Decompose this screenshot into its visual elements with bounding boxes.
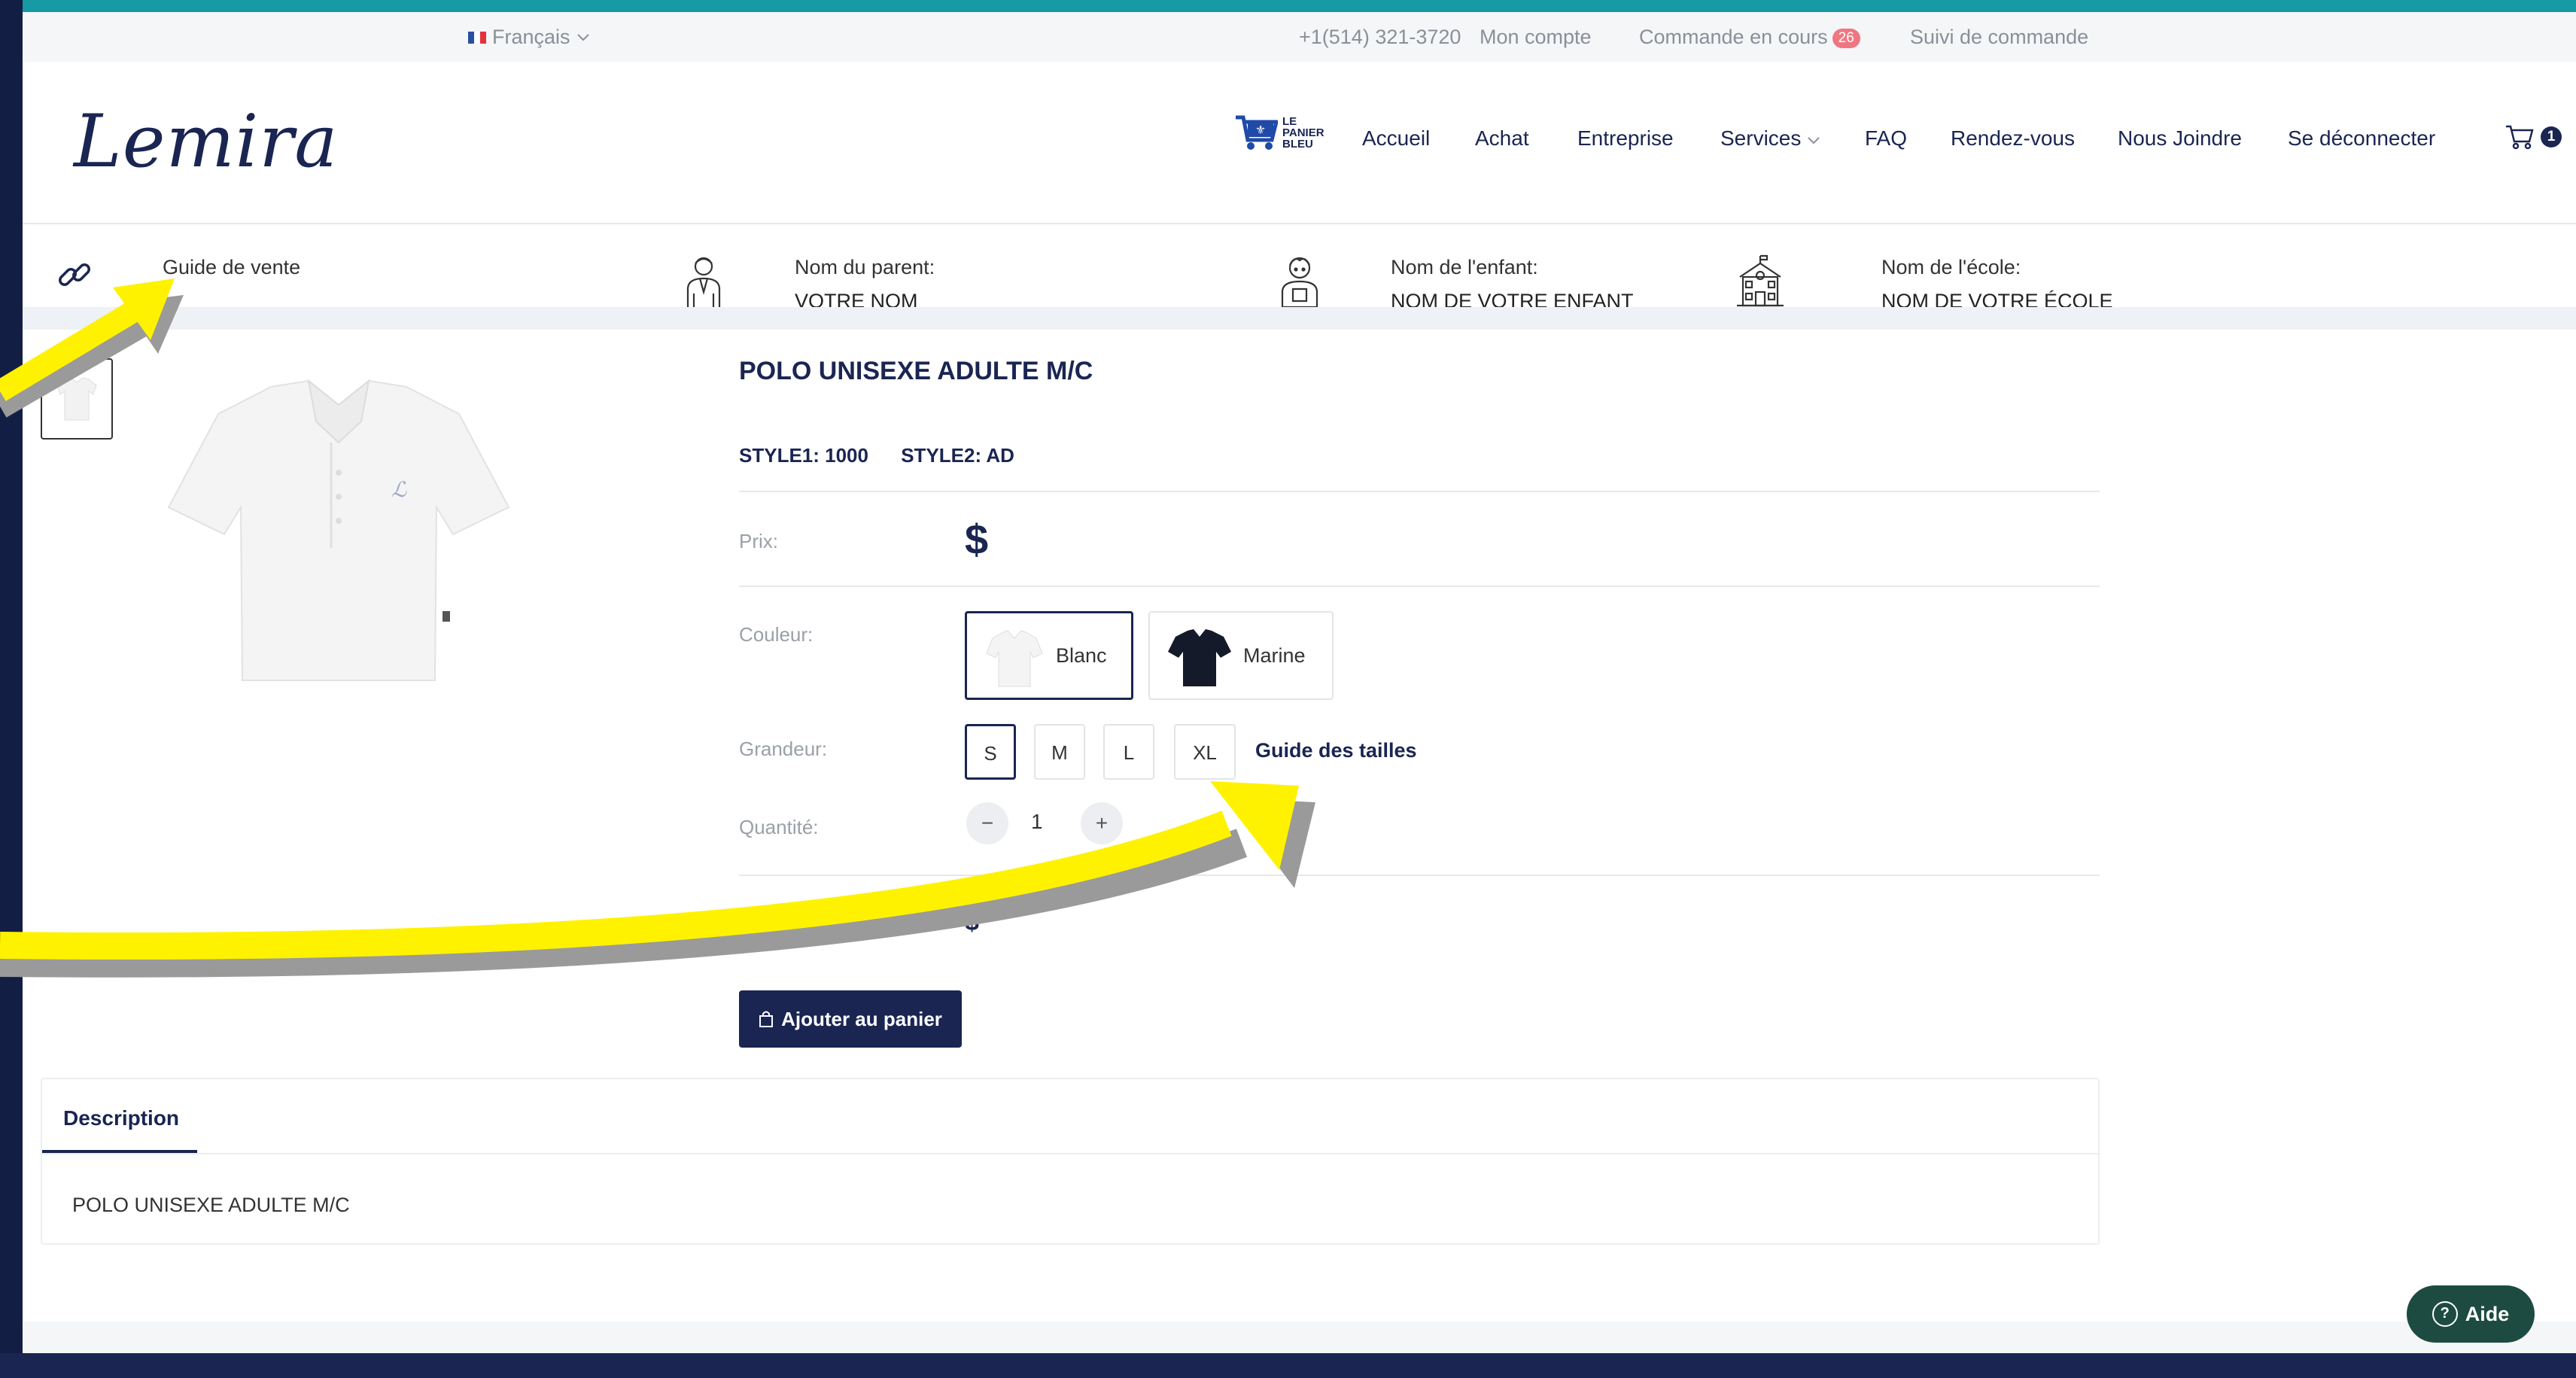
orders-count-badge: 26 (1832, 28, 1860, 48)
shopping-bag-icon (759, 1011, 774, 1027)
nav-entreprise[interactable]: Entreprise (1577, 126, 1674, 151)
customer-info-bar: Guide de vente Nom du parent: VOTRE NOM … (23, 224, 2576, 312)
color-label: Couleur: (739, 623, 814, 646)
panier-bleu-word: PANIER (1282, 126, 1324, 139)
white-polo-icon (986, 630, 1043, 687)
footer-strip (23, 1322, 2576, 1353)
child-person-icon (1279, 254, 1320, 312)
size-option-l[interactable]: L (1103, 724, 1154, 780)
style2-label: STYLE2: AD (901, 444, 1014, 467)
size-option-m[interactable]: M (1034, 724, 1085, 780)
language-label: Français (492, 26, 570, 48)
active-tab-indicator (42, 1150, 197, 1153)
school-building-icon (1735, 254, 1785, 311)
school-name-block: Nom de l'école: NOM DE VOTRE ÉCOLE (1881, 256, 2113, 313)
add-to-cart-button[interactable]: Ajouter au panier (739, 990, 962, 1048)
navy-polo-icon (1168, 629, 1231, 686)
size-option-xl[interactable]: XL (1174, 724, 1236, 780)
section-divider-strip (23, 307, 2576, 330)
account-link[interactable]: Mon compte (1480, 26, 1592, 49)
description-panel: Description POLO UNISEXE ADULTE M/C (41, 1078, 2100, 1245)
help-button[interactable]: ? Aide (2407, 1285, 2535, 1343)
quantity-decrease-button[interactable]: − (966, 802, 1008, 844)
orders-in-progress-link[interactable]: Commande en cours 26 (1639, 26, 1860, 49)
total-price-label: Prix total: (739, 912, 821, 935)
size-label: Grandeur: (739, 738, 828, 760)
flag-icon (468, 31, 486, 44)
frame-bottom-border (0, 1353, 2576, 1378)
question-icon: ? (2432, 1301, 2458, 1327)
chevron-down-icon (576, 33, 589, 41)
color-option-label: Blanc (1056, 643, 1107, 667)
top-utility-bar: Français +1(514) 321-3720 Mon compte Com… (23, 12, 2576, 62)
parent-name-block: Nom du parent: VOTRE NOM (795, 256, 935, 313)
parent-name-label: Nom du parent: (795, 256, 935, 278)
orders-in-progress-label: Commande en cours (1639, 26, 1828, 48)
size-option-s[interactable]: S (965, 724, 1016, 780)
panier-bleu-text: LE PANIER BLEU (1282, 116, 1324, 150)
sales-guide-label: Guide de vente (163, 256, 301, 278)
quantity-value[interactable]: 1 (1031, 810, 1043, 834)
chevron-down-icon (1808, 137, 1820, 144)
language-selector[interactable]: Français (468, 26, 590, 49)
panier-bleu-word: BLEU (1282, 137, 1313, 151)
parent-person-icon (683, 254, 724, 312)
product-title: POLO UNISEXE ADULTE M/C (739, 357, 1093, 385)
nav-services-label: Services (1720, 126, 1802, 150)
main-header: Lemira ⚜ LE PANIER BLEU Accueil Achat En… (23, 62, 2576, 224)
child-name-block: Nom de l'enfant: NOM DE VOTRE ENFANT (1391, 256, 1634, 313)
svg-text:ℒ: ℒ (391, 477, 407, 502)
nav-se-deconnecter[interactable]: Se déconnecter (2288, 126, 2435, 151)
sales-guide-link[interactable]: Guide de vente (163, 256, 300, 279)
nav-rendez-vous[interactable]: Rendez-vous (1951, 126, 2075, 151)
nav-achat[interactable]: Achat (1475, 126, 1529, 151)
color-option-blanc[interactable]: Blanc (965, 611, 1133, 700)
divider (739, 875, 2100, 876)
total-price-value: $ (965, 908, 979, 936)
product-main-image[interactable]: ℒ (135, 360, 527, 691)
child-name-label: Nom de l'enfant: (1391, 256, 1538, 278)
panier-bleu-word: LE (1282, 114, 1297, 128)
tab-description[interactable]: Description (63, 1106, 179, 1130)
link-icon[interactable] (56, 256, 93, 297)
order-tracking-link[interactable]: Suivi de commande (1910, 26, 2088, 49)
divider (739, 491, 2100, 492)
cart-icon (2506, 125, 2534, 150)
help-label: Aide (2465, 1302, 2510, 1325)
svg-text:⚜: ⚜ (1255, 123, 1266, 137)
shopping-cart-logo-icon: ⚜ (1236, 115, 1278, 150)
product-thumbnail[interactable] (41, 358, 113, 440)
brand-logo[interactable]: Lemira (74, 99, 338, 184)
quantity-label: Quantité: (739, 816, 819, 838)
nav-services[interactable]: Services (1720, 126, 1820, 151)
add-to-cart-label: Ajouter au panier (781, 1007, 942, 1030)
nav-faq[interactable]: FAQ (1865, 126, 1907, 151)
quantity-increase-button[interactable]: + (1081, 802, 1123, 844)
product-styles: STYLE1: 1000 STYLE2: AD (739, 444, 1014, 467)
color-option-label: Marine (1243, 643, 1306, 667)
page: Français +1(514) 321-3720 Mon compte Com… (23, 12, 2576, 1353)
cart-count-badge: 1 (2541, 126, 2562, 148)
description-tab-bar: Description (42, 1079, 2098, 1154)
phone-link[interactable]: +1(514) 321-3720 (1299, 26, 1461, 49)
cart-button[interactable]: 1 (2505, 123, 2562, 151)
size-guide-link[interactable]: Guide des tailles (1255, 739, 1417, 762)
style1-label: STYLE1: 1000 (739, 444, 868, 467)
price-label: Prix: (739, 530, 778, 552)
frame-left-border (0, 0, 23, 1378)
nav-accueil[interactable]: Accueil (1362, 126, 1430, 151)
description-text: POLO UNISEXE ADULTE M/C (72, 1194, 350, 1216)
nav-nous-joindre[interactable]: Nous Joindre (2118, 126, 2242, 151)
divider (739, 586, 2100, 587)
color-option-marine[interactable]: Marine (1148, 611, 1334, 700)
school-name-label: Nom de l'école: (1881, 256, 2021, 278)
price-value: $ (965, 516, 989, 563)
frame-top-border (0, 0, 2576, 12)
panier-bleu-logo[interactable]: ⚜ LE PANIER BLEU (1234, 113, 1324, 152)
